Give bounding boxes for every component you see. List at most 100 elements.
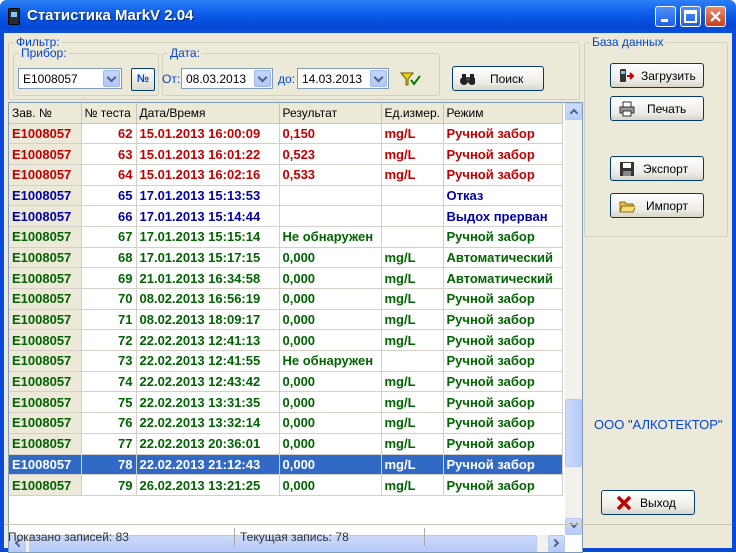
from-label: От: [162,72,181,86]
table-row[interactable]: E1008057 75 22.02.2013 13:31:35 0,000 mg/L Ру… [9,391,563,414]
column-header[interactable]: Дата/Время [136,103,280,124]
cell-result: Не обнаружен [279,226,382,248]
cell-test: 75 [81,391,137,414]
cell-test: 68 [81,247,137,269]
device-label: Прибор: [21,46,67,60]
table-row[interactable]: E1008057 78 22.02.2013 21:12:43 0,000 mg/L Ру… [9,454,563,476]
print-label: Печать [647,102,687,116]
cell-unit: mg/L [381,329,444,352]
cell-datetime: 17.01.2013 15:17:15 [136,247,280,269]
cell-unit: mg/L [381,247,444,269]
cell-serial: E1008057 [9,205,82,227]
device-select[interactable]: E1008057 [18,68,122,89]
cell-mode: Ручной забор [443,412,563,434]
vertical-scrollbar[interactable] [565,103,582,535]
records-shown: Показано записей: 83 [8,530,129,544]
chevron-up-icon [569,108,579,118]
search-button[interactable]: Поиск [452,66,544,91]
cell-result: 0,000 [279,412,382,434]
cell-unit: mg/L [381,288,444,310]
minimize-button[interactable] [655,6,676,27]
app-window: Статистика MarkV 2.04 Фильтр: Прибор: E1… [0,0,736,553]
cell-datetime: 15.01.2013 16:01:22 [136,143,280,165]
print-button[interactable]: Печать [610,96,704,121]
table-row[interactable]: E1008057 68 17.01.2013 15:17:15 0,000 mg/L Ав… [9,247,563,269]
title-bar[interactable]: Статистика MarkV 2.04 [0,0,736,33]
cell-unit: mg/L [381,454,444,476]
table-row[interactable]: E1008057 66 17.01.2013 15:14:44 Выдох прерв… [9,205,563,227]
table-row[interactable]: E1008057 62 15.01.2013 16:00:09 0,150 mg/L Ру… [9,123,563,145]
column-header[interactable]: Результат [279,103,382,124]
table-row[interactable]: E1008057 65 17.01.2013 15:13:53 Отказ [9,185,563,207]
cell-serial: E1008057 [9,433,82,455]
cell-unit: mg/L [381,267,444,289]
exit-x-icon [616,495,632,511]
table-row[interactable]: E1008057 77 22.02.2013 20:36:01 0,000 mg/L Ру… [9,433,563,455]
cell-unit [381,226,444,248]
cell-test: 67 [81,226,137,248]
apply-filter-icon[interactable] [399,70,423,90]
records-table[interactable]: Зав. № № теста Дата/Время Результат Ед.и… [8,102,583,553]
chevron-down-icon[interactable] [254,70,271,87]
load-button[interactable]: Загрузить [610,63,704,88]
table-row[interactable]: E1008057 67 17.01.2013 15:15:14 Не обнаруже… [9,226,563,248]
cell-mode: Ручной забор [443,371,563,393]
table-row[interactable]: E1008057 69 21.01.2013 16:34:58 0,000 mg/L Ав… [9,267,563,289]
cell-datetime: 22.02.2013 12:43:42 [136,371,280,393]
export-button[interactable]: Экспорт [610,156,704,181]
cell-unit: mg/L [381,143,444,165]
cell-unit [381,205,444,227]
number-button[interactable]: № [131,68,155,91]
current-record: Текущая запись: 78 [240,530,349,544]
status-bar: Показано записей: 83 Текущая запись: 78 [4,524,732,548]
chevron-down-icon[interactable] [103,70,120,87]
cell-test: 72 [81,329,137,352]
cell-serial: E1008057 [9,391,82,414]
cell-datetime: 17.01.2013 15:15:14 [136,226,280,248]
import-button[interactable]: Импорт [610,193,704,218]
cell-result: 0,000 [279,474,382,496]
cell-datetime: 22.02.2013 13:32:14 [136,412,280,434]
cell-serial: E1008057 [9,143,82,165]
column-header[interactable]: Ед.измер. [381,103,444,124]
table-row[interactable]: E1008057 71 08.02.2013 18:09:17 0,000 mg/L Ру… [9,309,563,331]
maximize-button[interactable] [680,6,701,27]
to-date-picker[interactable]: 14.03.2013 [297,68,389,89]
save-disk-icon [620,162,634,176]
cell-unit: mg/L [381,433,444,455]
table-row[interactable]: E1008057 70 08.02.2013 16:56:19 0,000 mg/L Ру… [9,288,563,310]
cell-mode: Отказ [443,185,563,207]
table-body: E1008057 62 15.01.2013 16:00:09 0,150 mg/L Ру… [9,123,563,496]
cell-datetime: 17.01.2013 15:13:53 [136,185,280,207]
cell-test: 78 [81,454,137,476]
table-row[interactable]: E1008057 63 15.01.2013 16:01:22 0,523 mg/L Ру… [9,143,563,165]
cell-test: 77 [81,433,137,455]
cell-result: 0,523 [279,143,382,165]
table-row[interactable]: E1008057 74 22.02.2013 12:43:42 0,000 mg/L Ру… [9,371,563,393]
cell-test: 76 [81,412,137,434]
cell-serial: E1008057 [9,164,82,186]
chevron-down-icon[interactable] [370,70,387,87]
table-row[interactable]: E1008057 64 15.01.2013 16:02:16 0,533 mg/L Ру… [9,164,563,186]
cell-serial: E1008057 [9,185,82,207]
scroll-thumb[interactable] [565,399,582,467]
column-header[interactable]: Режим [443,103,563,124]
cell-serial: E1008057 [9,247,82,269]
table-row[interactable]: E1008057 72 22.02.2013 12:41:13 0,000 mg/L Ру… [9,329,563,352]
close-button[interactable] [705,6,726,27]
column-header[interactable]: Зав. № [9,103,82,124]
cell-mode: Ручной забор [443,433,563,455]
cell-mode: Ручной забор [443,288,563,310]
from-date-picker[interactable]: 08.03.2013 [181,68,273,89]
column-header[interactable]: № теста [81,103,137,124]
cell-unit [381,185,444,207]
table-row[interactable]: E1008057 76 22.02.2013 13:32:14 0,000 mg/L Ру… [9,412,563,434]
cell-serial: E1008057 [9,309,82,331]
table-row[interactable]: E1008057 73 22.02.2013 12:41:55 Не обнаруже… [9,350,563,372]
cell-mode: Ручной забор [443,143,563,165]
scroll-up-button[interactable] [565,103,582,120]
cell-test: 70 [81,288,137,310]
cell-result: Не обнаружен [279,350,382,372]
table-row[interactable]: E1008057 79 26.02.2013 13:21:25 0,000 mg/L Ру… [9,474,563,496]
exit-button[interactable]: Выход [601,490,695,515]
